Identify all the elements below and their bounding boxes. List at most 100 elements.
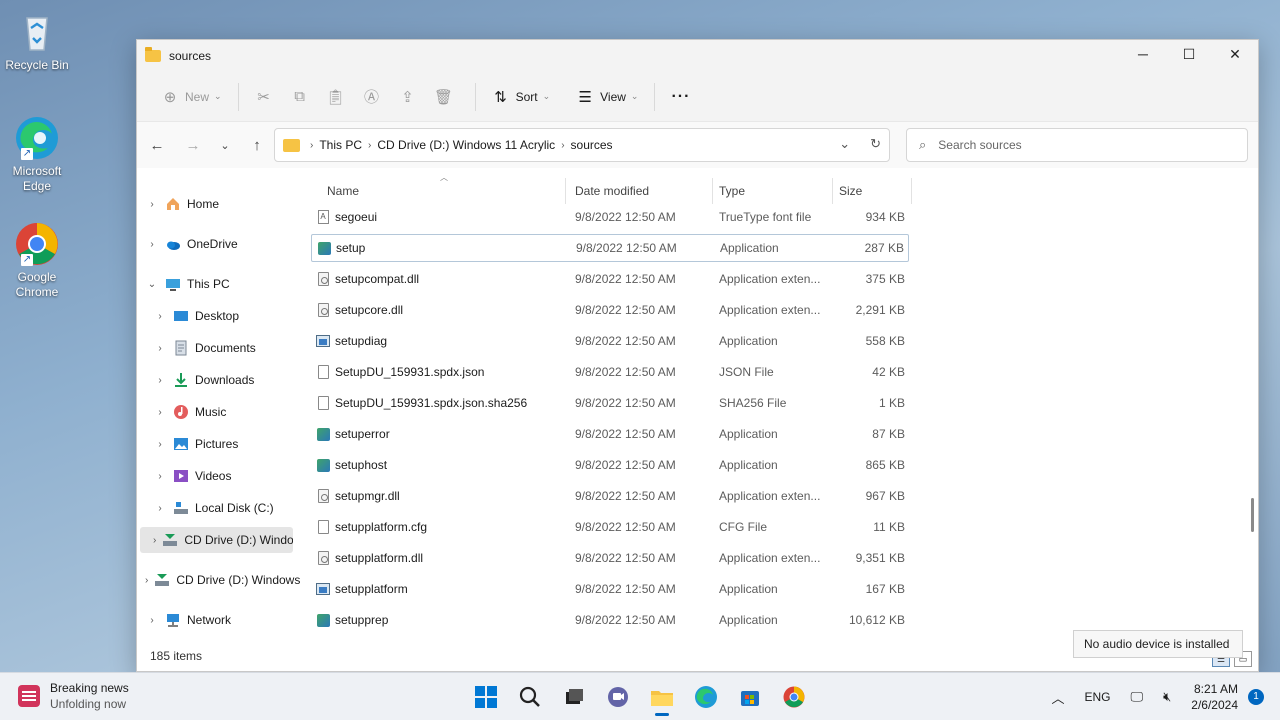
- more-icon: ···: [671, 87, 691, 105]
- rename-button[interactable]: Ⓐ: [357, 81, 393, 113]
- nav-item-videos[interactable]: › Videos: [153, 463, 309, 489]
- store-taskbar-button[interactable]: [734, 681, 766, 713]
- volume-muted-icon[interactable]: 🔇︎: [1163, 689, 1171, 705]
- nav-item-cd-drive[interactable]: › CD Drive (D:) Windows 11 Acrylic: [145, 567, 301, 593]
- file-explorer-taskbar-button[interactable]: [646, 681, 678, 716]
- new-label: New: [185, 89, 210, 104]
- desktop-icon-chrome[interactable]: ↗ Google Chrome: [2, 220, 72, 300]
- nav-item-network[interactable]: › Network: [145, 607, 301, 633]
- file-row[interactable]: setupdiag 9/8/2022 12:50 AM Application 558…: [311, 327, 909, 355]
- sort-button[interactable]: ⇅ Sort ⌄: [486, 81, 557, 113]
- file-row[interactable]: setupplatform 9/8/2022 12:50 AM Applicatio…: [311, 575, 909, 603]
- chevron-right-icon: ›: [150, 614, 154, 626]
- copy-button[interactable]: ⧉: [285, 81, 321, 113]
- nav-item-label: Downloads: [195, 373, 255, 387]
- nav-item-this-pc[interactable]: ⌄ This PC: [145, 271, 301, 297]
- arrow-right-icon: →: [185, 136, 201, 154]
- file-row[interactable]: setuperror 9/8/2022 12:50 AM Application 87…: [311, 420, 909, 448]
- language-indicator[interactable]: ENG: [1085, 690, 1111, 704]
- file-date: 9/8/2022 12:50 AM: [575, 303, 676, 317]
- file-row[interactable]: setupcompat.dll 9/8/2022 12:50 AM Applicat…: [311, 265, 909, 293]
- forward-button[interactable]: →: [177, 137, 209, 154]
- file-row[interactable]: Asegoeui 9/8/2022 12:50 AM TrueType font f…: [311, 203, 909, 231]
- desktop-icon-edge[interactable]: ↗ Microsoft Edge: [2, 114, 72, 194]
- edge-taskbar-button[interactable]: [690, 681, 722, 713]
- toolbar-divider: [654, 82, 656, 111]
- search-taskbar-button[interactable]: [514, 681, 546, 713]
- column-divider: [911, 178, 912, 204]
- nav-item-onedrive[interactable]: › OneDrive: [145, 231, 301, 257]
- delete-button[interactable]: 🗑︎: [429, 81, 465, 113]
- recycle-bin-icon: [13, 8, 61, 56]
- file-icon: [316, 519, 330, 535]
- address-history-chevron-icon[interactable]: ⌄: [839, 136, 850, 152]
- column-header-date[interactable]: Date modified: [575, 176, 649, 206]
- file-row[interactable]: setupcore.dll 9/8/2022 12:50 AM Applicatio…: [311, 296, 909, 324]
- teams-chat-button[interactable]: [602, 681, 634, 713]
- file-size: 9,351 KB: [855, 551, 905, 565]
- minimize-button[interactable]: ─: [1120, 40, 1166, 68]
- search-box[interactable]: ⌕ Search sources: [906, 128, 1248, 162]
- cut-button[interactable]: ✂: [249, 81, 285, 113]
- file-row[interactable]: SetupDU_159931.spdx.json 9/8/2022 12:50 A…: [311, 358, 909, 386]
- file-row[interactable]: setup 9/8/2022 12:50 AM Application 287 KB: [311, 234, 909, 262]
- chevron-up-icon[interactable]: ︿: [1052, 688, 1065, 707]
- view-button[interactable]: ☰ View ⌄: [570, 81, 644, 113]
- share-button[interactable]: ⇪: [393, 81, 429, 113]
- file-date: 9/8/2022 12:50 AM: [575, 489, 676, 503]
- new-button[interactable]: ⊕ New ⌄: [155, 81, 228, 113]
- plus-circle-icon: ⊕: [163, 88, 177, 106]
- breadcrumb-sources[interactable]: sources: [571, 138, 613, 152]
- app-icon: [316, 612, 330, 628]
- file-type: Application exten...: [719, 303, 821, 317]
- file-row[interactable]: SetupDU_159931.spdx.json.sha256 9/8/2022 …: [311, 389, 909, 417]
- notification-badge[interactable]: 1: [1248, 689, 1264, 705]
- nav-item-pictures[interactable]: › Pictures: [153, 431, 309, 457]
- close-button[interactable]: ✕: [1212, 40, 1258, 68]
- nav-item-desktop[interactable]: › Desktop: [153, 303, 309, 329]
- file-name: setupcompat.dll: [335, 272, 420, 286]
- refresh-icon[interactable]: ↻: [870, 136, 881, 152]
- column-header-size[interactable]: Size: [839, 176, 862, 206]
- nav-item-home[interactable]: › Home: [145, 191, 301, 217]
- chevron-down-icon: ⌄: [542, 91, 551, 101]
- breadcrumb-this-pc[interactable]: This PC: [319, 138, 362, 152]
- see-more-button[interactable]: ···: [665, 81, 696, 113]
- vertical-scrollbar[interactable]: [1251, 498, 1254, 532]
- column-header-name[interactable]: Name: [327, 176, 359, 206]
- edge-icon: [695, 686, 717, 708]
- title-bar[interactable]: sources ─ ☐ ✕: [137, 40, 1258, 72]
- start-button[interactable]: [470, 681, 502, 713]
- breadcrumb-cd-drive[interactable]: CD Drive (D:) Windows 11 Acrylic: [377, 138, 555, 152]
- nav-item-local-disk[interactable]: › Local Disk (C:): [153, 495, 309, 521]
- file-row[interactable]: setupprep 9/8/2022 12:50 AM Application 10,…: [311, 606, 909, 634]
- address-bar[interactable]: › This PC › CD Drive (D:) Windows 11 Acr…: [274, 128, 890, 162]
- nav-item-cd-drive-selected[interactable]: › CD Drive (D:) Windows 11 Acrylic: [140, 527, 293, 553]
- file-row[interactable]: setupplatform.dll 9/8/2022 12:50 AM Applic…: [311, 544, 909, 572]
- nav-item-documents[interactable]: › Documents: [153, 335, 309, 361]
- clock[interactable]: 8:21 AM 2/6/2024: [1191, 681, 1238, 713]
- maximize-button[interactable]: ☐: [1166, 40, 1212, 68]
- file-row[interactable]: setuphost 9/8/2022 12:50 AM Application 865…: [311, 451, 909, 479]
- news-widget[interactable]: Breaking news Unfolding now: [18, 681, 129, 711]
- network-status-icon[interactable]: 🖵︎: [1131, 689, 1144, 705]
- paste-button[interactable]: 📋︎: [321, 81, 357, 113]
- desktop-icon-recycle-bin[interactable]: Recycle Bin: [2, 8, 72, 73]
- nav-item-downloads[interactable]: › Downloads: [153, 367, 309, 393]
- task-view-button[interactable]: [558, 681, 590, 713]
- column-header-type[interactable]: Type: [719, 176, 745, 206]
- chevron-right-icon: ›: [158, 310, 162, 322]
- search-icon: [519, 686, 540, 707]
- desktop-icon: [173, 308, 189, 324]
- chrome-taskbar-button[interactable]: [778, 681, 810, 713]
- up-button[interactable]: ↑: [241, 137, 273, 154]
- file-row[interactable]: setupplatform.cfg 9/8/2022 12:50 AM CFG Fi…: [311, 513, 909, 541]
- view-lines-icon: ☰: [578, 88, 592, 106]
- window-controls: ─ ☐ ✕: [1120, 40, 1258, 68]
- nav-item-music[interactable]: › Music: [153, 399, 309, 425]
- taskbar-apps: [470, 681, 810, 716]
- file-size: 11 KB: [873, 520, 905, 534]
- back-button[interactable]: ←: [141, 137, 173, 154]
- recent-locations-button[interactable]: ⌄: [209, 139, 241, 152]
- file-row[interactable]: setupmgr.dll 9/8/2022 12:50 AM Application…: [311, 482, 909, 510]
